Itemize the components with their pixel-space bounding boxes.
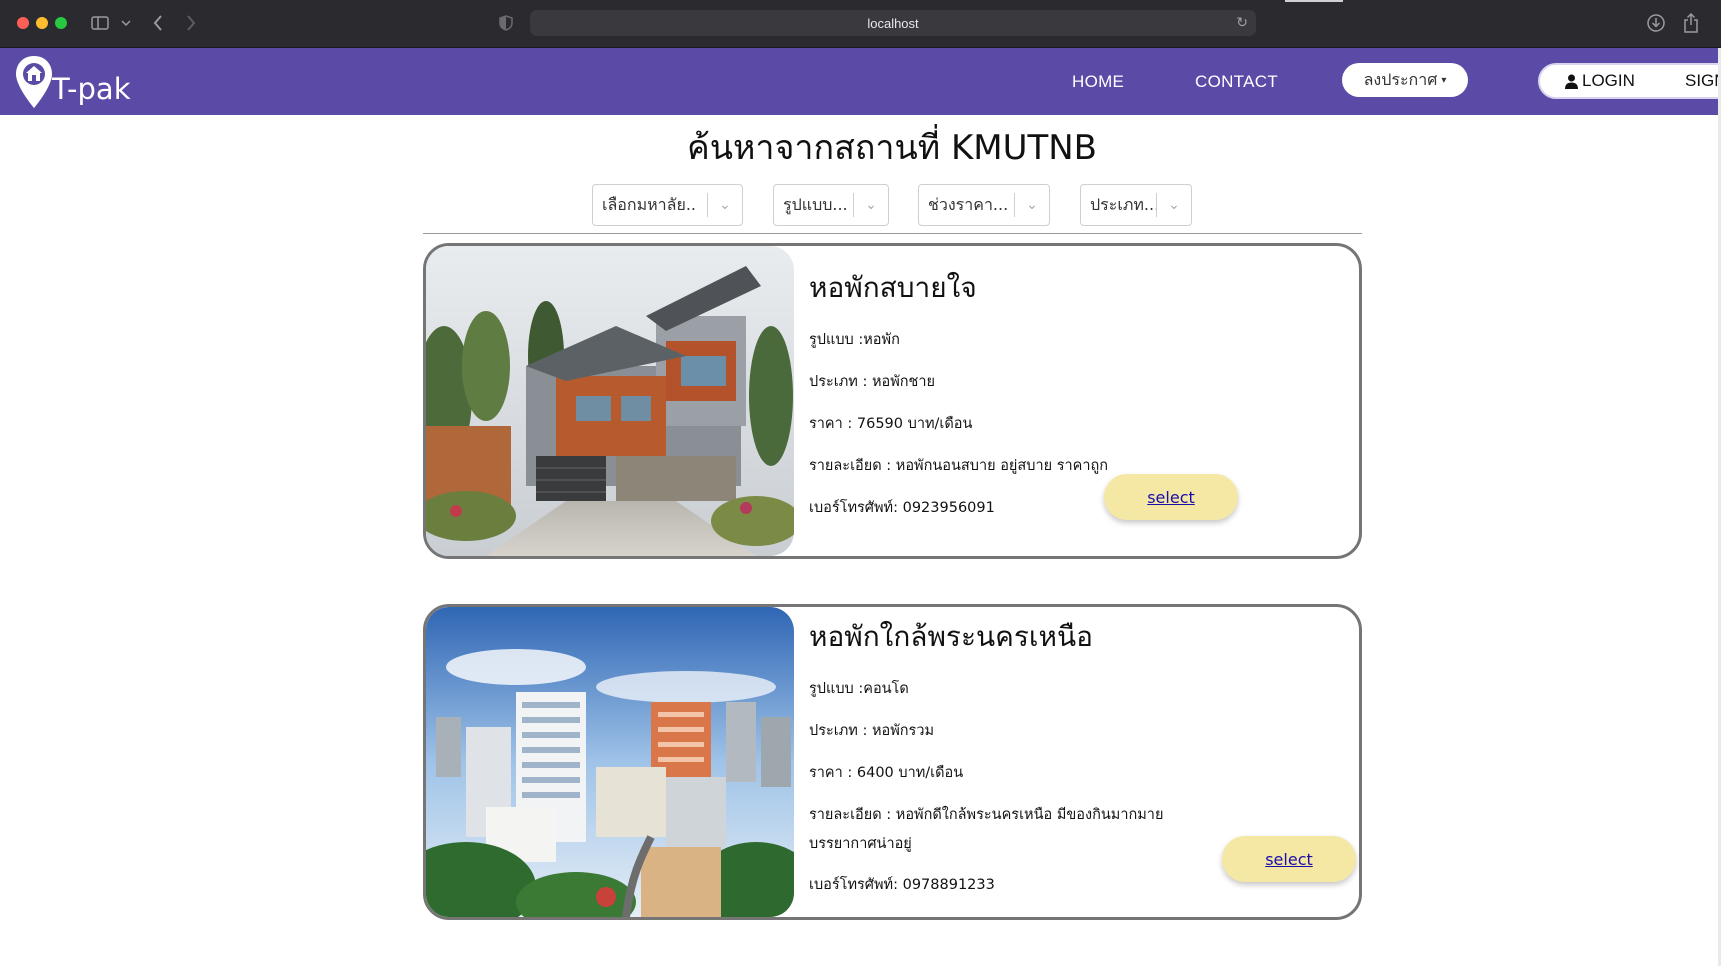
type-select-value: ประเภท... <box>1090 194 1156 214</box>
sidebar-icon[interactable] <box>90 12 110 34</box>
location-pin-icon <box>16 56 52 108</box>
auth-group: LOGIN SIGN <box>1538 63 1721 99</box>
reload-icon[interactable]: ↻ <box>1236 14 1248 31</box>
page-title: ค้นหาจากสถานที่ KMUTNB <box>686 128 1098 168</box>
university-select[interactable]: เลือกมหาลัย.. ⌄ <box>592 184 743 226</box>
listing-detail: รายละเอียด : หอพักนอนสบาย อยู่สบาย ราคาถ… <box>809 458 1109 474</box>
listing-type: ประเภท : หอพักชาย <box>809 374 936 390</box>
chevron-down-icon[interactable] <box>120 12 132 34</box>
select-button[interactable]: select <box>1222 836 1356 882</box>
listing-name: หอพักใกล้พระนครเหนือ <box>809 620 1093 653</box>
listing-phone: เบอร์โทรศัพท์: 0923956091 <box>809 500 995 516</box>
close-window-button[interactable] <box>17 17 29 29</box>
price-range-select[interactable]: ช่วงราคา... ⌄ <box>918 184 1050 226</box>
shield-icon[interactable] <box>498 12 514 34</box>
listing-style: รูปแบบ :หอพัก <box>809 332 900 348</box>
browser-toolbar: localhost ↻ <box>0 0 1721 48</box>
listing-price: ราคา : 6400 บาท/เดือน <box>809 765 964 781</box>
download-icon[interactable] <box>1646 12 1666 34</box>
listing-photo-house <box>426 246 794 556</box>
listing-card: หอพักสบายใจ รูปแบบ :หอพัก ประเภท : หอพัก… <box>423 243 1362 559</box>
listing-phone: เบอร์โทรศัพท์: 0978891233 <box>809 877 995 893</box>
select-button[interactable]: select <box>1104 474 1238 520</box>
login-label: LOGIN <box>1582 71 1635 90</box>
user-icon <box>1565 74 1578 89</box>
share-icon[interactable] <box>1681 12 1701 34</box>
url-text: localhost <box>867 15 919 31</box>
chevron-down-icon: ⌄ <box>719 197 731 213</box>
post-listing-label: ลงประกาศ <box>1363 69 1438 89</box>
chevron-down-icon: ⌄ <box>865 197 877 213</box>
forward-icon[interactable] <box>183 12 199 34</box>
brand-name: T-pak <box>52 72 131 106</box>
filter-divider <box>423 233 1362 234</box>
chevron-down-icon: ⌄ <box>1026 197 1038 213</box>
login-button[interactable]: LOGIN <box>1564 71 1635 91</box>
tab-indicator <box>1285 0 1343 2</box>
style-select[interactable]: รูปแบบ... ⌄ <box>773 184 889 226</box>
back-icon[interactable] <box>150 12 166 34</box>
listing-detail-continued: บรรยากาศน่าอยู่ <box>809 836 912 852</box>
listing-price: ราคา : 76590 บาท/เดือน <box>809 416 973 432</box>
listing-name: หอพักสบายใจ <box>809 271 977 304</box>
listing-photo-campus <box>426 607 794 917</box>
minimize-window-button[interactable] <box>36 17 48 29</box>
signup-button[interactable]: SIGN <box>1685 71 1721 91</box>
university-select-value: เลือกมหาลัย.. <box>602 194 696 214</box>
type-select[interactable]: ประเภท... ⌄ <box>1080 184 1192 226</box>
maximize-window-button[interactable] <box>55 17 67 29</box>
chevron-down-icon: ▾ <box>1441 74 1447 86</box>
nav-contact-link[interactable]: CONTACT <box>1195 72 1278 92</box>
chevron-down-icon: ⌄ <box>1168 197 1180 213</box>
site-navbar: T-pak HOME CONTACT ลงประกาศ ▾ LOGIN SIGN <box>0 48 1721 115</box>
brand-logo[interactable]: T-pak <box>14 54 131 110</box>
listing-detail: รายละเอียด : หอพักดีใกล้พระนครเหนือ มีขอ… <box>809 807 1164 823</box>
listing-type: ประเภท : หอพักรวม <box>809 723 935 739</box>
post-listing-dropdown[interactable]: ลงประกาศ ▾ <box>1342 63 1468 97</box>
nav-home-link[interactable]: HOME <box>1072 72 1124 92</box>
listing-style: รูปแบบ :คอนโด <box>809 681 909 697</box>
style-select-value: รูปแบบ... <box>783 194 848 214</box>
price-range-select-value: ช่วงราคา... <box>928 194 1009 214</box>
address-bar[interactable]: localhost ↻ <box>530 10 1256 36</box>
listing-card: หอพักใกล้พระนครเหนือ รูปแบบ :คอนโด ประเภ… <box>423 604 1362 920</box>
